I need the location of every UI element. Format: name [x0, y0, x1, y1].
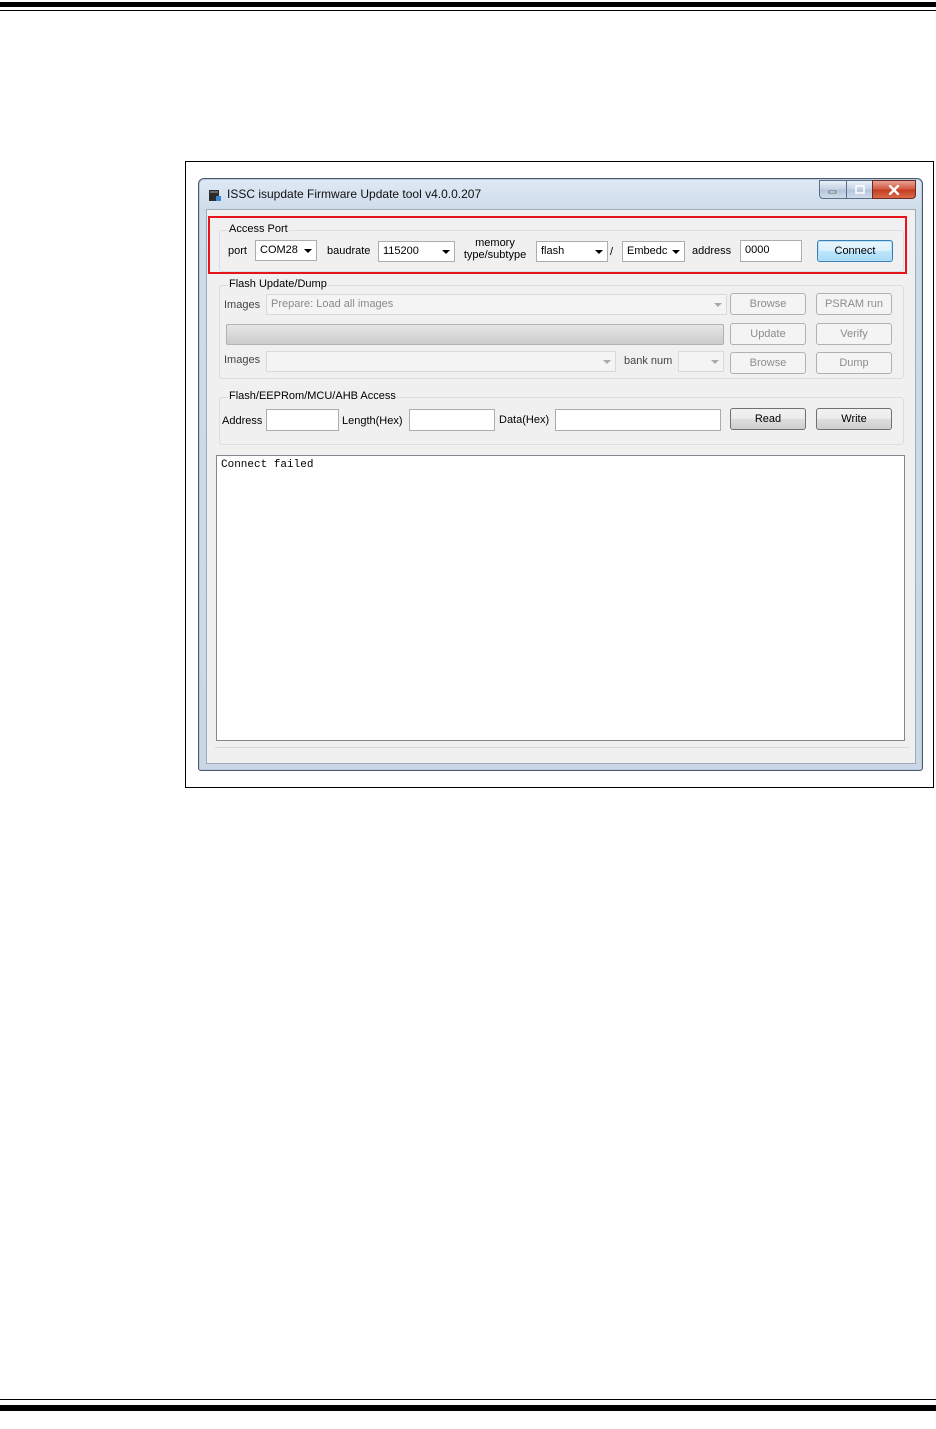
log-line: Connect failed: [221, 459, 314, 471]
update-button[interactable]: Update: [730, 323, 806, 345]
status-bar: [215, 747, 909, 755]
close-icon: [888, 184, 900, 195]
browse-button-2[interactable]: Browse: [730, 352, 806, 374]
data-input[interactable]: [555, 409, 721, 431]
log-output[interactable]: Connect failed: [216, 455, 905, 741]
images-select-1[interactable]: Prepare: Load all images: [266, 294, 727, 315]
page-rule-bottom-thick: [0, 1405, 936, 1411]
verify-button[interactable]: Verify: [816, 323, 892, 345]
write-button[interactable]: Write: [816, 408, 892, 430]
length-input[interactable]: [409, 409, 495, 431]
length-label: Length(Hex): [342, 415, 403, 427]
maximize-button[interactable]: [846, 180, 872, 199]
caption-buttons: [819, 180, 916, 199]
minimize-icon: [828, 190, 837, 193]
access-port-highlight: [208, 216, 907, 274]
close-button[interactable]: [872, 180, 916, 199]
access-address-label: Address: [222, 415, 263, 427]
app-icon: [209, 190, 221, 201]
dump-button[interactable]: Dump: [816, 352, 892, 374]
psram-run-button[interactable]: PSRAM run: [816, 293, 892, 315]
chevron-down-icon: [711, 360, 719, 364]
memory-access-group-label: Flash/EEPRom/MCU/AHB Access: [228, 390, 397, 402]
bank-num-label: bank num: [624, 355, 673, 367]
images-select-2[interactable]: [266, 351, 616, 372]
data-label: Data(Hex): [499, 414, 550, 426]
flash-update-group-label: Flash Update/Dump: [228, 278, 328, 290]
images-select-1-value: Prepare: Load all images: [271, 298, 394, 310]
client-area: Access Port port COM28 baudrate 115200 m…: [206, 209, 916, 764]
images-label-1: Images: [224, 299, 261, 311]
minimize-button[interactable]: [819, 180, 846, 199]
page-rule-top-thin: [0, 10, 936, 11]
read-button[interactable]: Read: [730, 408, 806, 430]
access-address-input[interactable]: [266, 409, 339, 431]
window-title: ISSC isupdate Firmware Update tool v4.0.…: [227, 187, 482, 201]
browse-button-1[interactable]: Browse: [730, 293, 806, 315]
chevron-down-icon: [714, 303, 722, 307]
chevron-down-icon: [603, 360, 611, 364]
images-label-2: Images: [224, 354, 261, 366]
bank-num-select[interactable]: [678, 351, 724, 372]
page-rule-top-thick: [0, 2, 936, 7]
page-rule-bottom-thin: [0, 1399, 936, 1400]
maximize-icon: [854, 185, 865, 194]
update-progress-bar: [226, 324, 724, 345]
title-bar[interactable]: ISSC isupdate Firmware Update tool v4.0.…: [199, 179, 922, 209]
